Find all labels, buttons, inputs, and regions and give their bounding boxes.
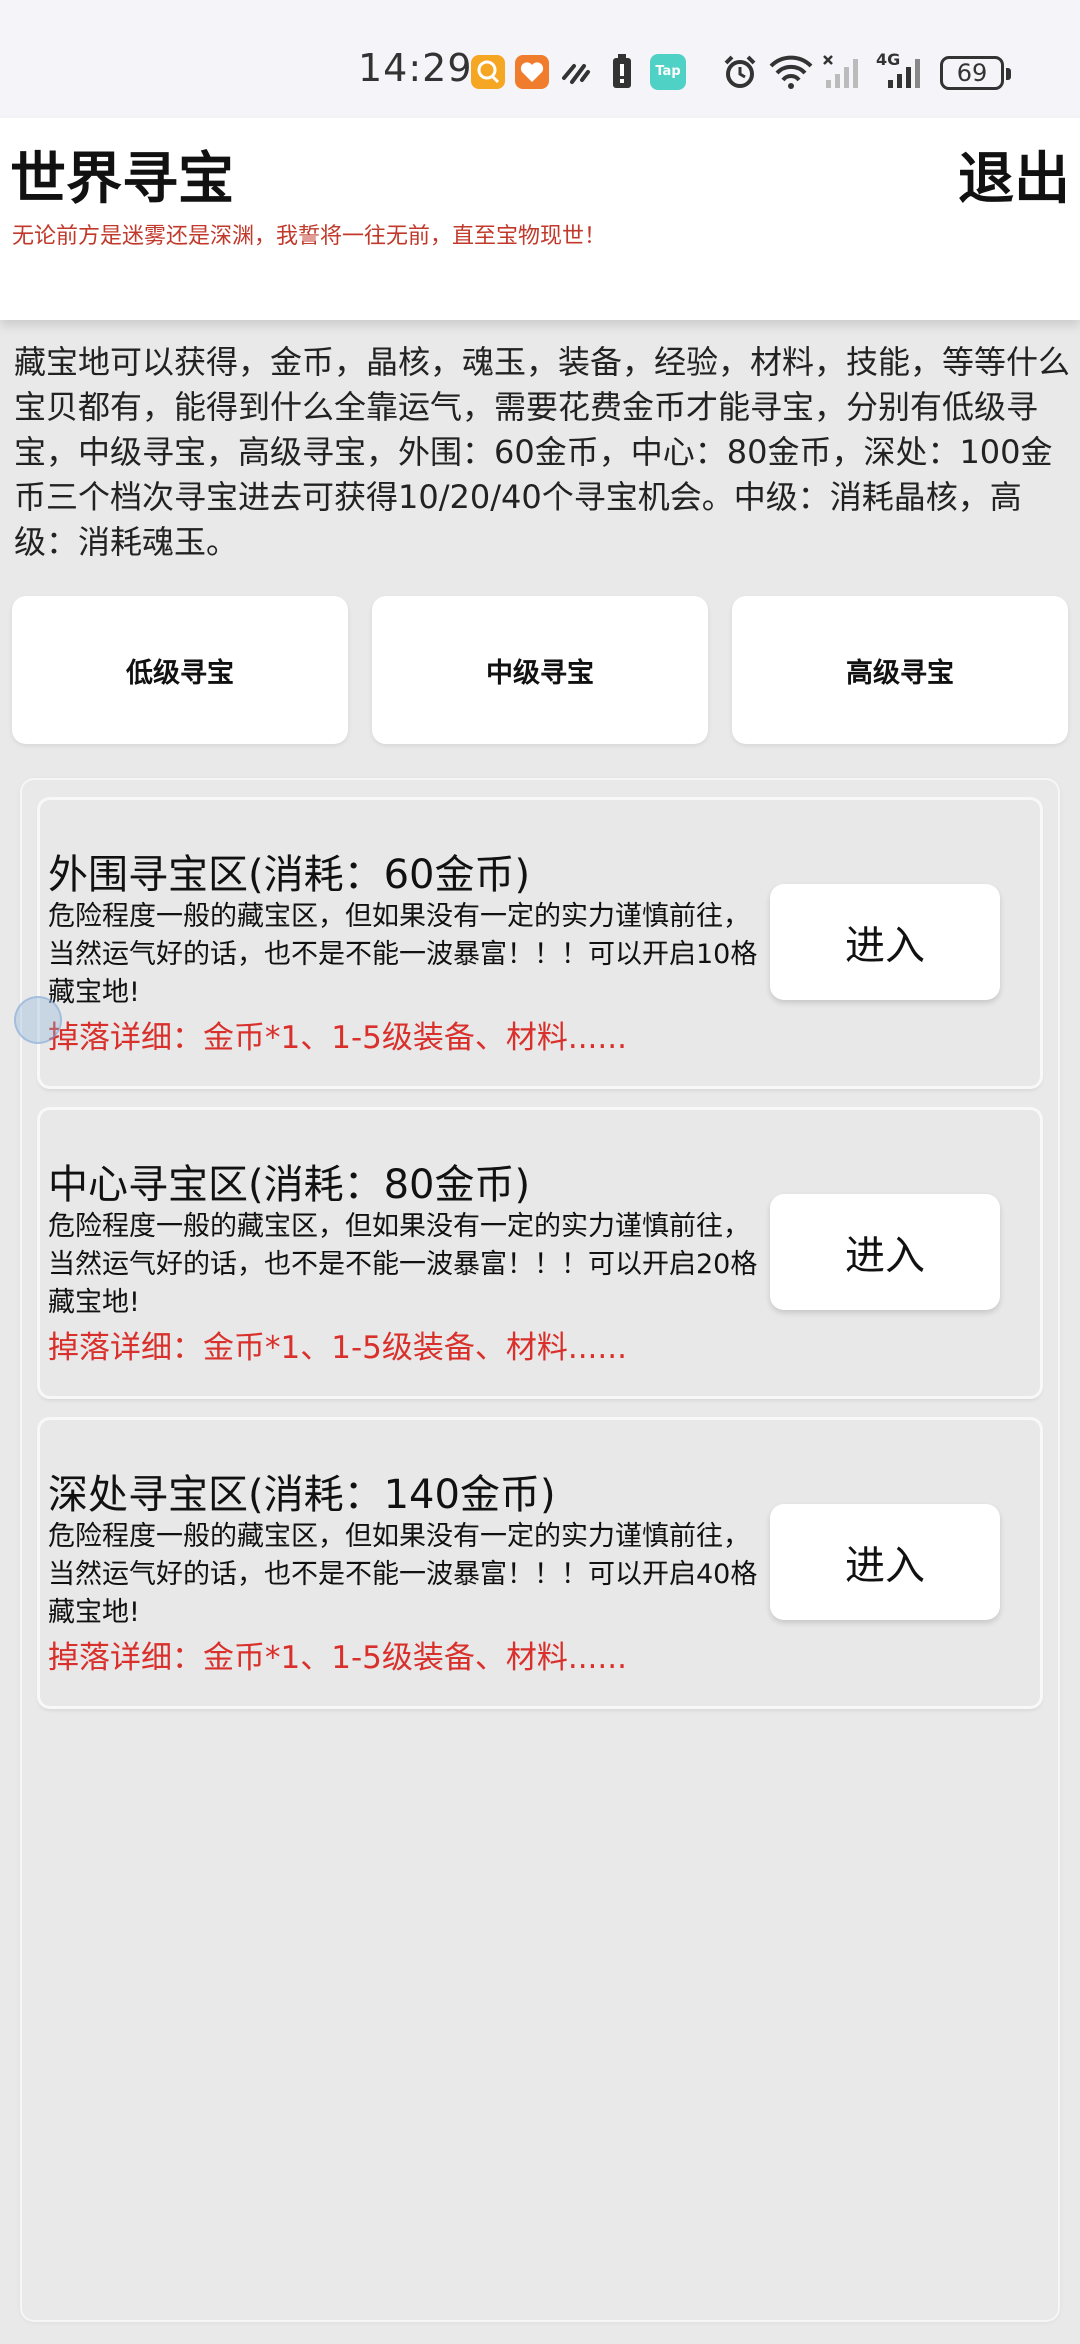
enter-center-zone-button[interactable]: 进入: [770, 1194, 1000, 1310]
tier-mid-button[interactable]: 中级寻宝: [372, 596, 708, 744]
search-app-icon: [471, 55, 505, 89]
wifi-icon: [769, 55, 813, 89]
page-subtitle: 无论前方是迷雾还是深渊，我誓将一往无前，直至宝物现世！: [12, 224, 607, 249]
zone-title: 深处寻宝区(消耗：140金币): [48, 1472, 556, 1518]
enter-outer-zone-button[interactable]: 进入: [770, 884, 1000, 1000]
zone-description: 危险程度一般的藏宝区，但如果没有一定的实力谨慎前往，当然运气好的话，也不是不能一…: [48, 901, 758, 1008]
status-bar: 14:29 Tap 4G 69: [0, 0, 1080, 118]
tap-app-icon: Tap: [650, 54, 686, 90]
zone-title: 外围寻宝区(消耗：60金币): [48, 852, 531, 898]
zone-drops: 掉落详细：金币*1、1-5级装备、材料......: [48, 1330, 627, 1366]
zone-drops: 掉落详细：金币*1、1-5级装备、材料......: [48, 1640, 627, 1676]
heart-app-icon: [515, 55, 549, 89]
alarm-icon: [724, 55, 756, 88]
tier-high-button[interactable]: 高级寻宝: [732, 596, 1068, 744]
zone-drops: 掉落详细：金币*1、1-5级装备、材料......: [48, 1020, 627, 1056]
zone-card-deep: 深处寻宝区(消耗：140金币) 危险程度一般的藏宝区，但如果没有一定的实力谨慎前…: [40, 1420, 1040, 1706]
status-time: 14:29: [358, 46, 473, 90]
zone-title: 中心寻宝区(消耗：80金币): [48, 1162, 531, 1208]
zone-description: 危险程度一般的藏宝区，但如果没有一定的实力谨慎前往，当然运气好的话，也不是不能一…: [48, 1521, 758, 1628]
enter-deep-zone-button[interactable]: 进入: [770, 1504, 1000, 1620]
tier-selector: 低级寻宝 中级寻宝 高级寻宝: [12, 596, 1070, 746]
link-icon: [562, 64, 590, 84]
exit-button[interactable]: 退出: [958, 134, 1070, 215]
page-title: 世界寻宝: [10, 147, 234, 212]
floating-assist-icon[interactable]: [14, 996, 62, 1044]
zone-card-outer: 外围寻宝区(消耗：60金币) 危险程度一般的藏宝区，但如果没有一定的实力谨慎前往…: [40, 800, 1040, 1086]
zone-description: 危险程度一般的藏宝区，但如果没有一定的实力谨慎前往，当然运气好的话，也不是不能一…: [48, 1211, 758, 1318]
zone-card-center: 中心寻宝区(消耗：80金币) 危险程度一般的藏宝区，但如果没有一定的实力谨慎前往…: [40, 1110, 1040, 1396]
zone-list: 外围寻宝区(消耗：60金币) 危险程度一般的藏宝区，但如果没有一定的实力谨慎前往…: [22, 780, 1058, 2320]
signal-4g-icon: 4G: [874, 50, 928, 90]
battery-alert-icon: [613, 54, 631, 88]
battery-icon: 69: [940, 56, 1011, 90]
signal-off-icon: [823, 55, 858, 88]
treasure-description: 藏宝地可以获得，金币，晶核，魂玉，装备，经验，材料，技能，等等什么宝贝都有，能得…: [14, 343, 1071, 561]
app-header: 世界寻宝 退出 无论前方是迷雾还是深渊，我誓将一往无前，直至宝物现世！: [0, 118, 1080, 320]
tier-low-button[interactable]: 低级寻宝: [12, 596, 348, 744]
